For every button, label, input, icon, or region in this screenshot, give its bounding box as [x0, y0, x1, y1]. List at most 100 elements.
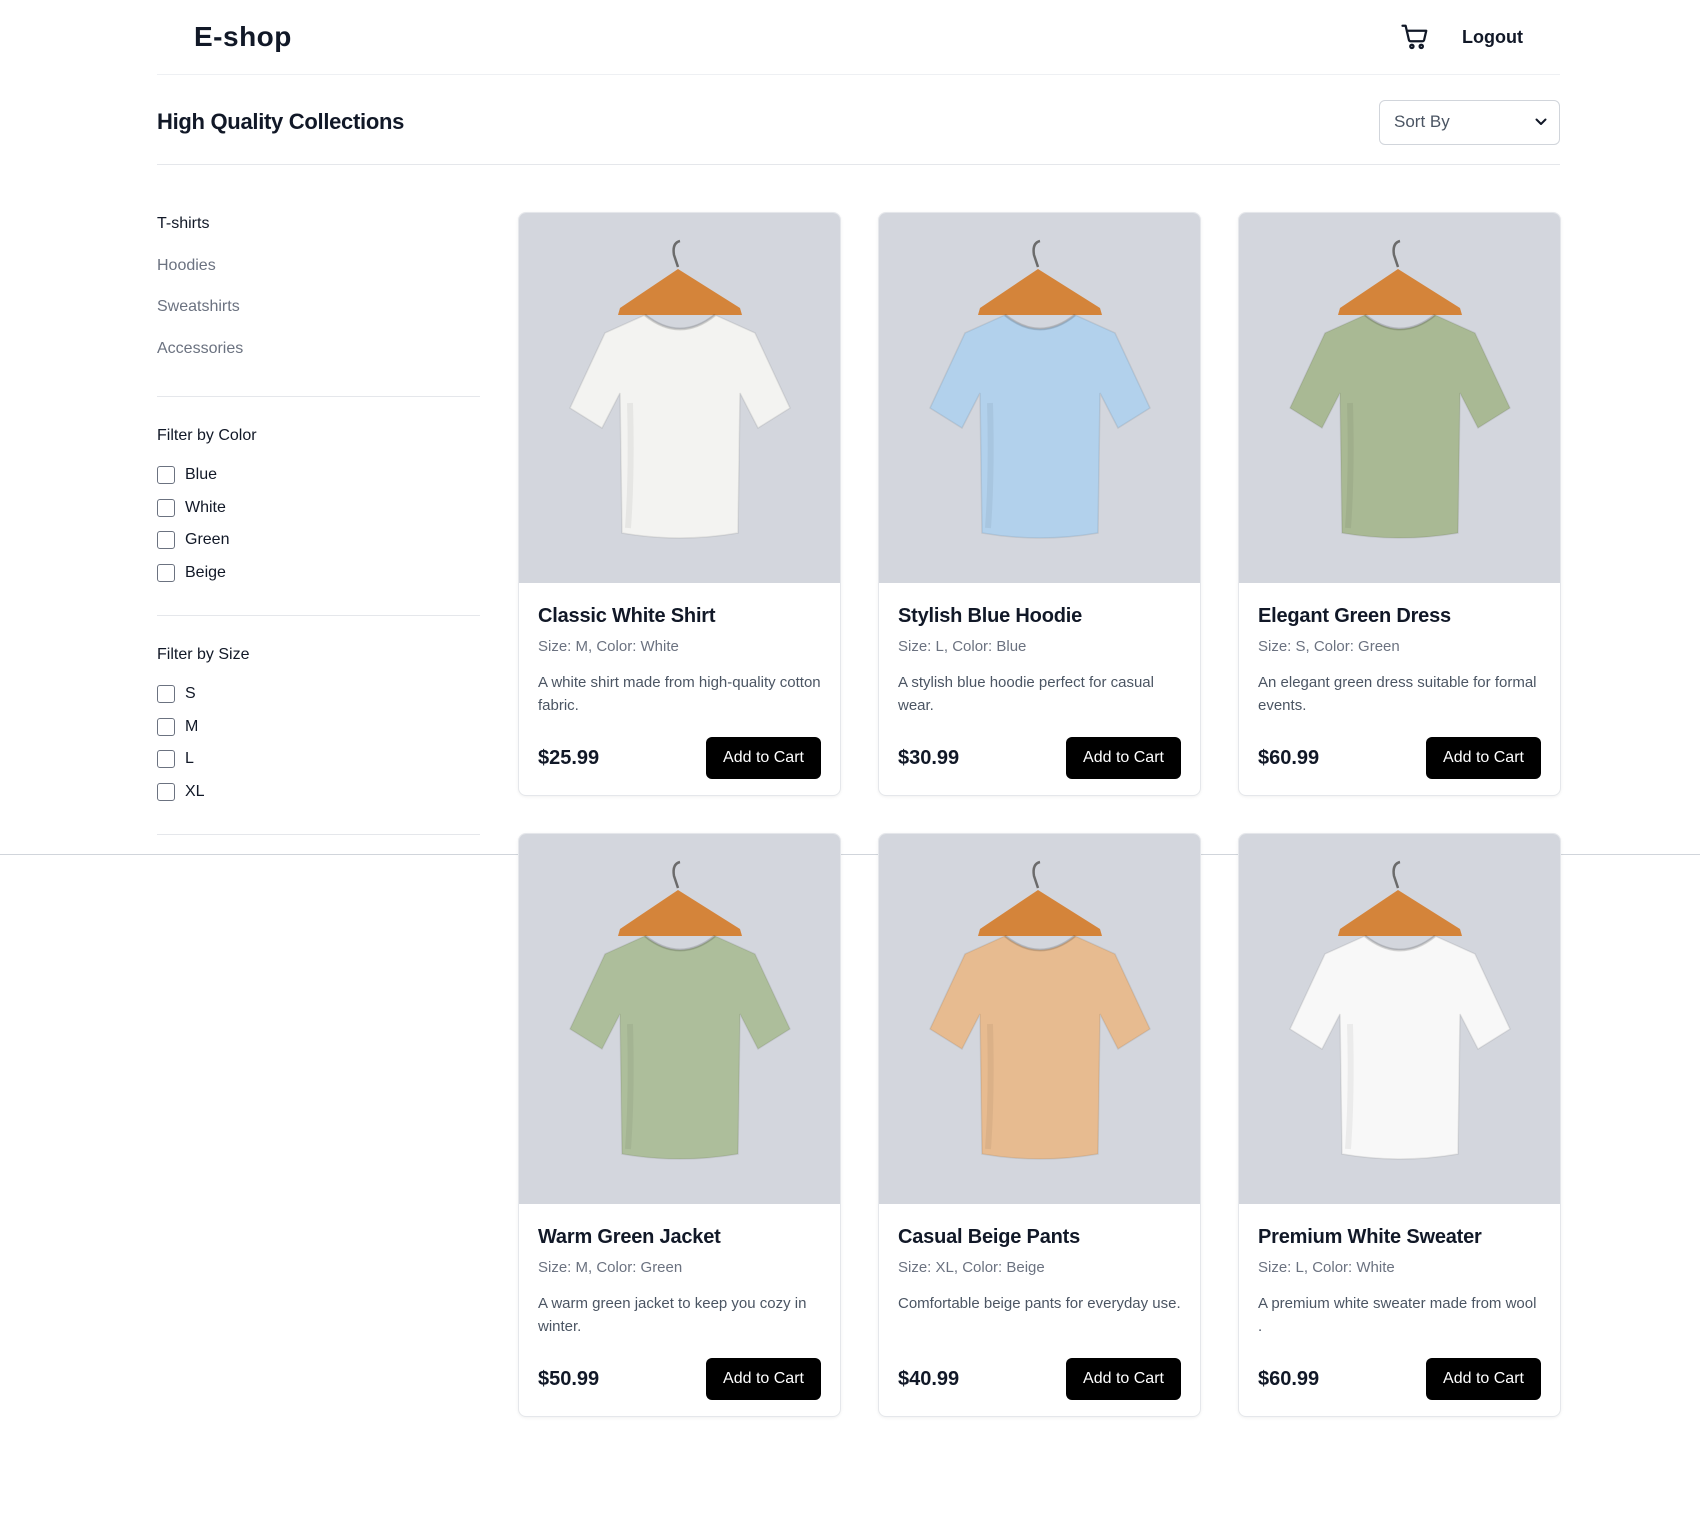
product-card[interactable]: Casual Beige Pants Size: XL, Color: Beig… [878, 833, 1201, 1417]
tshirt-illustration [568, 239, 791, 539]
product-meta: Size: L, Color: White [1258, 1259, 1395, 1276]
product-description: An elegant green dress suitable for form… [1258, 674, 1537, 714]
product-meta: Size: M, Color: Green [538, 1259, 683, 1276]
collection-header: High Quality Collections Sort By [157, 99, 1560, 165]
product-description: Comfortable beige pants for everyday use… [898, 1295, 1181, 1312]
option-label: M [185, 717, 199, 735]
color-filter-title: Filter by Color [157, 427, 257, 444]
chevron-down-icon [1535, 118, 1547, 125]
product-description: A premium white sweater made from wool . [1258, 1295, 1537, 1335]
product-info: Casual Beige Pants Size: XL, Color: Beig… [879, 1204, 1200, 1400]
page-title: High Quality Collections [157, 109, 405, 134]
product-image[interactable] [879, 834, 1200, 1204]
option-label: White [185, 498, 226, 516]
option-label: S [185, 685, 196, 703]
checkbox[interactable] [157, 750, 175, 769]
product-footer: $60.99 Add to Cart [1258, 1358, 1541, 1400]
product-price: $25.99 [538, 746, 600, 769]
category-item[interactable]: Hoodies [157, 252, 480, 294]
color-option[interactable]: Green [157, 524, 480, 557]
checkbox[interactable] [157, 685, 175, 704]
size-option[interactable]: M [157, 711, 480, 744]
product-name[interactable]: Premium White Sweater [1258, 1226, 1541, 1256]
product-info: Premium White Sweater Size: L, Color: Wh… [1239, 1204, 1560, 1400]
product-image[interactable] [519, 213, 840, 583]
checkbox[interactable] [157, 563, 175, 582]
brand-logo[interactable]: E-shop [194, 21, 292, 53]
product-price: $60.99 [1258, 746, 1320, 769]
option-label: Beige [185, 563, 226, 581]
checkbox[interactable] [157, 531, 175, 550]
product-price: $30.99 [898, 746, 960, 769]
checkbox[interactable] [157, 466, 175, 485]
top-navbar: E-shop Logout [157, 0, 1560, 75]
product-meta: Size: M, Color: White [538, 638, 679, 655]
product-footer: $60.99 Add to Cart [1258, 737, 1541, 779]
option-label: Blue [185, 466, 218, 484]
product-name[interactable]: Stylish Blue Hoodie [898, 605, 1181, 635]
filter-sidebar: T-shirts Hoodies Sweatshirts Accessories… [157, 210, 480, 835]
product-meta: Size: S, Color: Green [1258, 638, 1400, 655]
product-info: Stylish Blue Hoodie Size: L, Color: Blue… [879, 583, 1200, 779]
product-card[interactable]: Warm Green Jacket Size: M, Color: Green … [518, 833, 841, 1417]
add-to-cart-button[interactable]: Add to Cart [1426, 737, 1541, 779]
checkbox[interactable] [157, 717, 175, 736]
product-card[interactable]: Premium White Sweater Size: L, Color: Wh… [1238, 833, 1561, 1417]
tshirt-illustration [928, 860, 1151, 1160]
product-info: Classic White Shirt Size: M, Color: Whit… [519, 583, 840, 779]
logout-link[interactable]: Logout [1462, 27, 1523, 48]
add-to-cart-button[interactable]: Add to Cart [706, 737, 821, 779]
product-description: A white shirt made from high-quality cot… [538, 674, 821, 714]
product-footer: $30.99 Add to Cart [898, 737, 1181, 779]
cart-icon[interactable] [1400, 22, 1430, 52]
size-option[interactable]: L [157, 743, 480, 776]
product-name[interactable]: Elegant Green Dress [1258, 605, 1541, 635]
product-description: A warm green jacket to keep you cozy in … [538, 1295, 807, 1335]
product-grid: Classic White Shirt Size: M, Color: Whit… [518, 212, 1561, 1417]
add-to-cart-button[interactable]: Add to Cart [706, 1358, 821, 1400]
product-price: $50.99 [538, 1367, 600, 1390]
checkbox[interactable] [157, 498, 175, 517]
product-footer: $40.99 Add to Cart [898, 1358, 1181, 1400]
color-option[interactable]: White [157, 492, 480, 525]
top-actions: Logout [1400, 22, 1523, 52]
product-name[interactable]: Casual Beige Pants [898, 1226, 1181, 1256]
add-to-cart-button[interactable]: Add to Cart [1066, 1358, 1181, 1400]
product-meta: Size: L, Color: Blue [898, 638, 1027, 655]
size-filter: Filter by Size S M L XL [157, 616, 480, 835]
product-name[interactable]: Warm Green Jacket [538, 1226, 821, 1256]
option-label: XL [185, 782, 205, 800]
product-name[interactable]: Classic White Shirt [538, 605, 821, 635]
product-image[interactable] [519, 834, 840, 1204]
add-to-cart-button[interactable]: Add to Cart [1426, 1358, 1541, 1400]
product-card[interactable]: Stylish Blue Hoodie Size: L, Color: Blue… [878, 212, 1201, 796]
product-card[interactable]: Classic White Shirt Size: M, Color: Whit… [518, 212, 841, 796]
product-footer: $50.99 Add to Cart [538, 1358, 821, 1400]
color-filter: Filter by Color Blue White Green Beige [157, 397, 480, 616]
product-card[interactable]: Elegant Green Dress Size: S, Color: Gree… [1238, 212, 1561, 796]
category-item[interactable]: T-shirts [157, 210, 480, 252]
option-label: L [185, 750, 194, 768]
product-price: $60.99 [1258, 1367, 1320, 1390]
size-option[interactable]: XL [157, 776, 480, 809]
product-info: Elegant Green Dress Size: S, Color: Gree… [1239, 583, 1560, 779]
product-image[interactable] [1239, 834, 1560, 1204]
size-option[interactable]: S [157, 678, 480, 711]
product-image[interactable] [1239, 213, 1560, 583]
category-item[interactable]: Accessories [157, 335, 480, 377]
size-filter-title: Filter by Size [157, 646, 250, 663]
product-footer: $25.99 Add to Cart [538, 737, 821, 779]
tshirt-illustration [568, 860, 791, 1160]
product-description: A stylish blue hoodie perfect for casual… [898, 674, 1154, 714]
checkbox[interactable] [157, 782, 175, 801]
color-option[interactable]: Beige [157, 557, 480, 590]
tshirt-illustration [1288, 239, 1511, 539]
category-list: T-shirts Hoodies Sweatshirts Accessories [157, 210, 480, 397]
product-image[interactable] [879, 213, 1200, 583]
sort-select[interactable]: Sort By [1379, 99, 1560, 145]
category-item[interactable]: Sweatshirts [157, 293, 480, 335]
product-price: $40.99 [898, 1367, 960, 1390]
tshirt-illustration [1288, 860, 1511, 1160]
color-option[interactable]: Blue [157, 459, 480, 492]
add-to-cart-button[interactable]: Add to Cart [1066, 737, 1181, 779]
